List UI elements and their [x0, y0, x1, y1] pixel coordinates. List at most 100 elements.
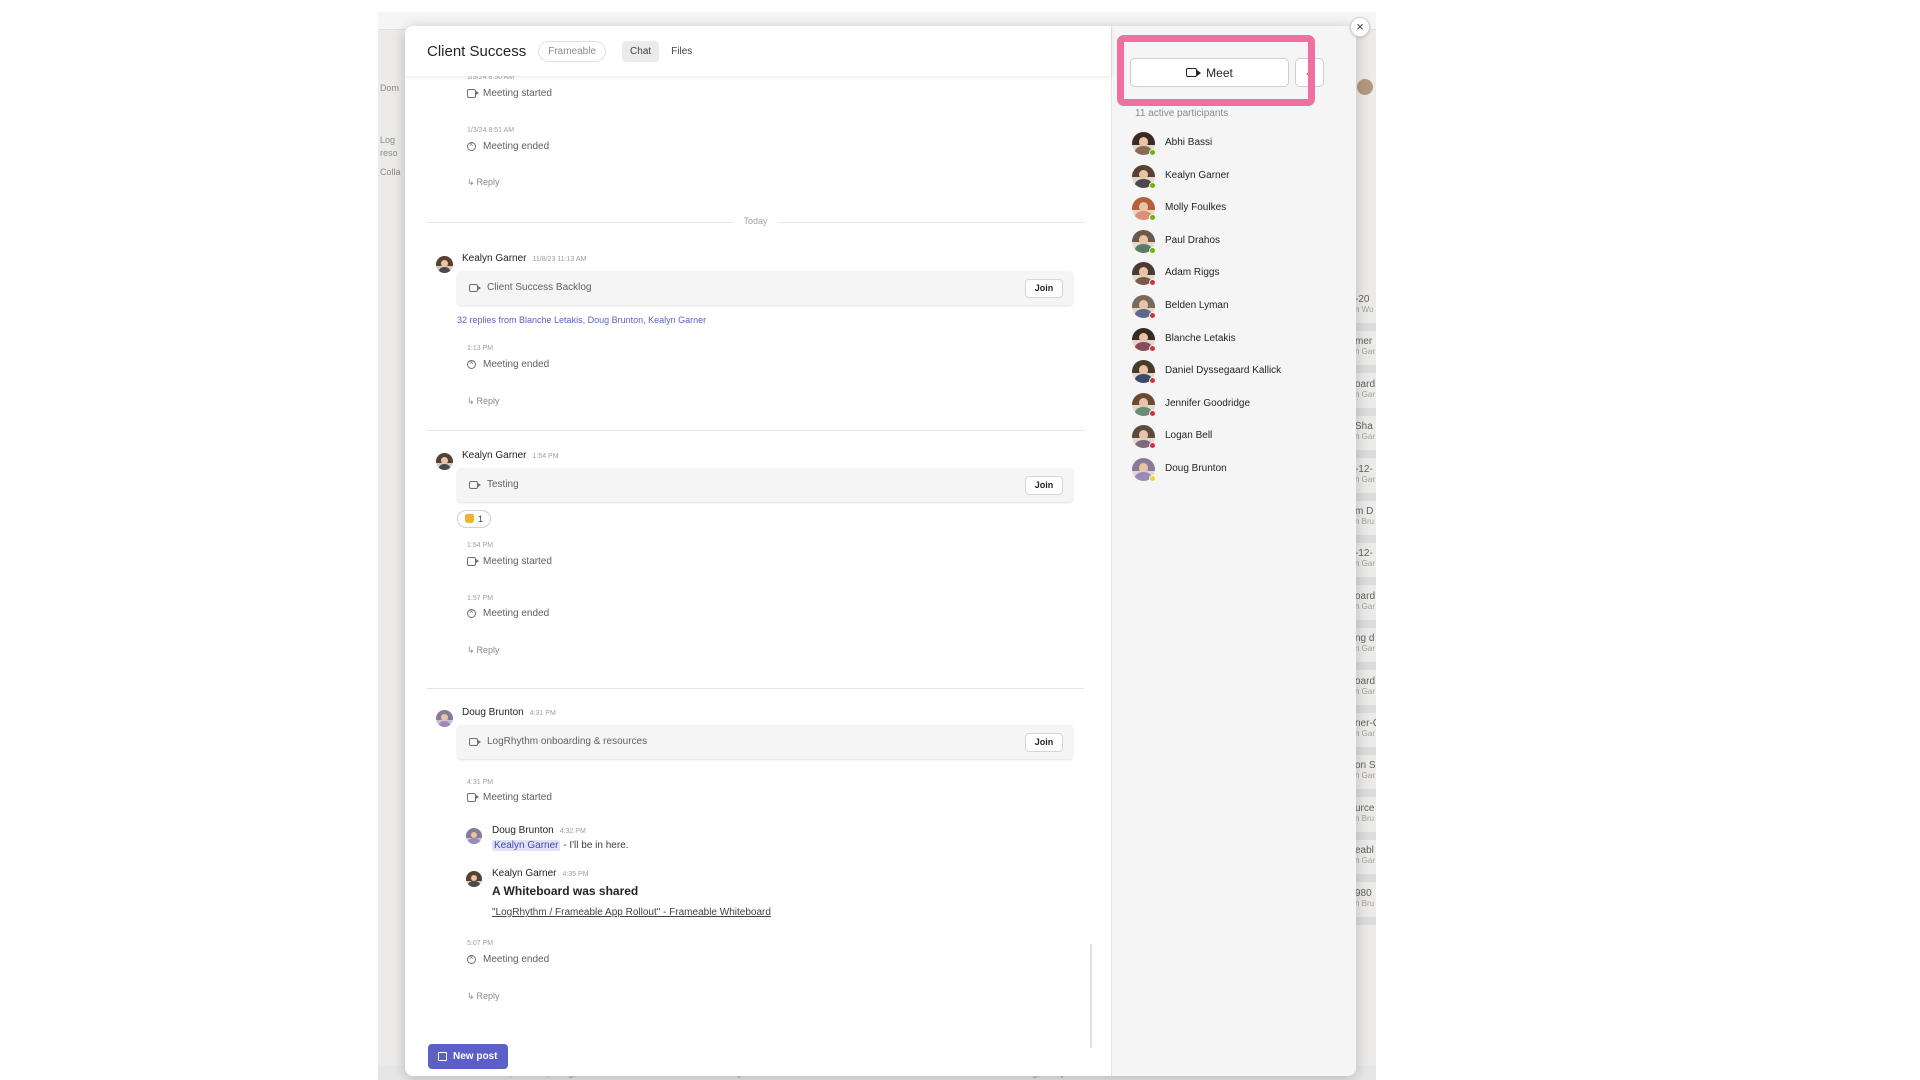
bg-right-fragment: mer n Gar	[1355, 336, 1376, 356]
participant-row[interactable]: Logan Bell	[1132, 425, 1352, 451]
bg-right-fragment: -12- n Gar	[1355, 548, 1376, 568]
meet-button[interactable]: Meet	[1130, 58, 1289, 87]
chat-scroll-area[interactable]: 1/3/24 8:50 AM Meeting started 1/3/24 8:…	[405, 26, 1111, 1076]
meeting-title: Client Success Backlog	[487, 282, 592, 293]
background-left-fragments: Dom	[380, 82, 400, 95]
participant-name: Paul Drahos	[1165, 234, 1221, 246]
reply-icon: ↳	[467, 645, 475, 655]
new-post-label: New post	[453, 1051, 498, 1062]
meeting-title: Testing	[487, 479, 519, 490]
bg-right-text: urce	[1355, 802, 1375, 814]
popout-button[interactable]: ↗	[1295, 58, 1324, 87]
participant-row[interactable]: Daniel Dyssegaard Kallick	[1132, 360, 1352, 386]
meeting-card[interactable]: Testing Join	[457, 468, 1073, 502]
bg-right-fragment: oard n Gar	[1355, 591, 1376, 611]
meeting-card[interactable]: LogRhythm onboarding & resources Join	[457, 725, 1073, 759]
system-message: Meeting ended	[467, 358, 550, 370]
tab-files[interactable]: Files	[663, 41, 700, 62]
presence-status-dot	[1149, 475, 1156, 482]
tab-chat[interactable]: Chat	[622, 40, 660, 62]
bg-right-fragment: Sha n Gar	[1355, 421, 1376, 441]
reply-icon: ↳	[467, 396, 475, 406]
replies-link[interactable]: 32 replies from Blanche Letakis, Doug Br…	[457, 315, 706, 325]
reply-label: Reply	[476, 991, 500, 1001]
reply-link[interactable]: ↳ Reply	[467, 991, 500, 1002]
video-icon	[467, 557, 479, 566]
bg-right-text: mer	[1355, 336, 1373, 348]
reply-label: Reply	[476, 396, 500, 406]
close-dialog-button[interactable]: ×	[1350, 17, 1370, 37]
bg-right-subtext: n Wu	[1355, 305, 1374, 314]
author-name[interactable]: Kealyn Garner	[462, 253, 526, 264]
bg-left-text: Dom	[380, 83, 400, 93]
avatar[interactable]	[466, 828, 482, 844]
reply-link[interactable]: ↳ Reply	[467, 177, 500, 188]
user-mention[interactable]: Kealyn Garner	[492, 840, 561, 851]
participant-row[interactable]: Paul Drahos	[1132, 229, 1352, 256]
participant-row[interactable]: Adam Riggs	[1132, 262, 1352, 288]
message-author: Kealyn Garner 4:35 PM	[492, 868, 589, 879]
date-divider-label: Today	[733, 216, 778, 226]
presence-status-dot	[1149, 149, 1156, 156]
system-message: Meeting started	[467, 556, 552, 567]
bg-right-fragment: on Sn Gar	[1355, 760, 1376, 780]
participant-name: Doug Brunton	[1165, 463, 1227, 474]
bg-right-subtext: n Gar	[1355, 856, 1376, 866]
join-button[interactable]: Join	[1025, 279, 1063, 298]
participant-row[interactable]: Abhi Bassi	[1132, 132, 1352, 158]
bg-right-fragment: 980 n Bru	[1355, 888, 1376, 908]
timestamp: 1/3/24 8:51 AM	[467, 127, 515, 134]
bg-left-text: Log	[380, 135, 396, 145]
join-button[interactable]: Join	[1025, 733, 1063, 752]
avatar[interactable]	[436, 710, 453, 727]
bg-row-bar	[1355, 365, 1376, 374]
participant-name: Blanche Letakis	[1165, 332, 1236, 344]
participant-row[interactable]: Blanche Letakis	[1132, 327, 1352, 354]
avatar[interactable]	[436, 256, 453, 273]
participant-row[interactable]: Molly Foulkes	[1132, 197, 1352, 223]
bg-right-subtext: n Gar	[1355, 644, 1376, 654]
author-name[interactable]: Doug Brunton	[462, 707, 524, 718]
avatar[interactable]	[466, 871, 482, 887]
system-message: Meeting ended	[467, 607, 549, 619]
message-author: Doug Brunton 4:31 PM	[462, 707, 556, 718]
reply-link[interactable]: ↳ Reply	[467, 645, 500, 656]
message-text: Kealyn Garner - I'll be in here.	[492, 840, 629, 851]
participant-row[interactable]: Doug Brunton	[1132, 458, 1352, 484]
presence-status-dot	[1149, 312, 1156, 319]
channel-dialog: Client Success Frameable Chat Files 1/3/…	[405, 26, 1356, 1076]
participant-row[interactable]: Jennifer Goodridge	[1132, 392, 1352, 419]
background-avatar	[1357, 79, 1373, 95]
bg-right-text: on S	[1355, 760, 1376, 772]
avatar[interactable]	[436, 453, 453, 470]
message-body: - I'll be in here.	[560, 840, 629, 851]
bg-row-bar	[1355, 916, 1376, 925]
join-button[interactable]: Join	[1025, 476, 1063, 495]
bg-right-subtext: n Gar	[1355, 771, 1376, 781]
bg-right-text: ner-C	[1355, 718, 1376, 729]
meeting-card[interactable]: Client Success Backlog Join	[457, 271, 1073, 305]
bg-left-text: reso	[380, 148, 398, 158]
bg-row-bar	[1355, 789, 1376, 798]
reaction-badge[interactable]: 1	[457, 510, 492, 528]
reply-link[interactable]: ↳ Reply	[467, 396, 500, 407]
author-name[interactable]: Kealyn Garner	[462, 450, 526, 461]
app-pill[interactable]: Frameable	[538, 40, 607, 62]
new-post-button[interactable]: New post	[428, 1044, 509, 1069]
message-time: 1:54 PM	[532, 453, 559, 460]
chat-scrollbar[interactable]	[1090, 944, 1092, 1048]
author-name[interactable]: Kealyn Garner	[492, 868, 556, 879]
bg-right-text: Sha	[1355, 421, 1373, 433]
reaction-count: 1	[478, 514, 484, 524]
thumbs-up-icon	[465, 514, 474, 523]
system-message-text: Meeting ended	[483, 359, 550, 370]
bg-right-text: ng d	[1355, 633, 1375, 645]
message-time: 4:35 PM	[562, 871, 589, 878]
whiteboard-link[interactable]: "LogRhythm / Frameable App Rollout" - Fr…	[492, 907, 771, 918]
author-name[interactable]: Doug Brunton	[492, 825, 554, 836]
participant-row[interactable]: Kealyn Garner	[1132, 164, 1352, 191]
message-time: 11/8/23 11:13 AM	[532, 256, 587, 263]
participant-row[interactable]: Belden Lyman	[1132, 295, 1352, 321]
video-icon	[469, 284, 481, 292]
reply-icon: ↳	[467, 991, 475, 1001]
